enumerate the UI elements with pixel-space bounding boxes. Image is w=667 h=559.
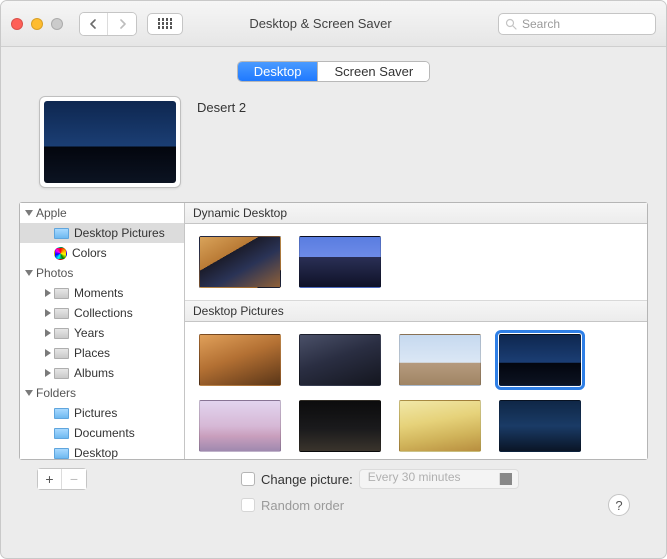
preview-box bbox=[39, 96, 181, 188]
sidebar-item-label: Collections bbox=[74, 306, 133, 320]
sidebar-item-colors[interactable]: Colors bbox=[20, 243, 184, 263]
folder-icon bbox=[54, 448, 69, 459]
disclosure-triangle-icon[interactable] bbox=[45, 349, 51, 357]
wallpaper-thumb[interactable] bbox=[499, 400, 581, 452]
sidebar-group-label: Apple bbox=[36, 206, 67, 220]
thumbnail-pane[interactable]: Dynamic Desktop Desktop Pictures bbox=[185, 203, 647, 459]
disclosure-triangle-icon[interactable] bbox=[25, 390, 33, 396]
search-placeholder: Search bbox=[522, 17, 560, 31]
sidebar-item-albums[interactable]: Albums bbox=[20, 363, 184, 383]
sidebar-item-pictures[interactable]: Pictures bbox=[20, 403, 184, 423]
current-wallpaper-name: Desert 2 bbox=[197, 96, 246, 115]
sidebar-item-label: Colors bbox=[72, 246, 107, 260]
sidebar-item-label: Desktop bbox=[74, 446, 118, 459]
interval-value: Every 30 minutes bbox=[368, 470, 461, 484]
forward-button[interactable] bbox=[108, 13, 136, 35]
nav-buttons bbox=[79, 12, 137, 36]
footer: + − Change picture: Every 30 minutes ▲▼ … bbox=[19, 460, 648, 516]
close-icon[interactable] bbox=[11, 18, 23, 30]
sidebar-item-collections[interactable]: Collections bbox=[20, 303, 184, 323]
tab-screensaver[interactable]: Screen Saver bbox=[318, 62, 429, 81]
zoom-icon bbox=[51, 18, 63, 30]
change-picture-row: Change picture: Every 30 minutes ▲▼ bbox=[241, 468, 519, 490]
sidebar-item-places[interactable]: Places bbox=[20, 343, 184, 363]
section-header-dynamic: Dynamic Desktop bbox=[185, 203, 647, 224]
sidebar-item-label: Documents bbox=[74, 426, 135, 440]
wallpaper-thumb[interactable] bbox=[299, 236, 381, 288]
sidebar-group-label: Folders bbox=[36, 386, 76, 400]
content-area: Desktop Screen Saver Desert 2 Apple Desk… bbox=[1, 47, 666, 524]
change-picture-label: Change picture: bbox=[261, 472, 353, 487]
sidebar-item-moments[interactable]: Moments bbox=[20, 283, 184, 303]
pictures-thumb-grid bbox=[185, 322, 647, 459]
random-order-checkbox bbox=[241, 498, 255, 512]
disclosure-triangle-icon[interactable] bbox=[45, 329, 51, 337]
change-picture-checkbox[interactable] bbox=[241, 472, 255, 486]
source-sidebar[interactable]: Apple Desktop Pictures Colors Photos bbox=[20, 203, 185, 459]
dynamic-thumb-grid bbox=[185, 224, 647, 300]
wallpaper-thumb[interactable] bbox=[399, 400, 481, 452]
add-folder-button[interactable]: + bbox=[38, 469, 62, 489]
chevron-left-icon bbox=[89, 19, 98, 29]
sidebar-group-apple[interactable]: Apple bbox=[20, 203, 184, 223]
section-header-pictures: Desktop Pictures bbox=[185, 300, 647, 322]
prefs-window: Desktop & Screen Saver Search Desktop Sc… bbox=[0, 0, 667, 559]
tab-desktop[interactable]: Desktop bbox=[238, 62, 319, 81]
wallpaper-thumb[interactable] bbox=[199, 400, 281, 452]
remove-folder-button: − bbox=[62, 469, 86, 489]
folder-icon bbox=[54, 428, 69, 439]
sidebar-item-label: Years bbox=[74, 326, 104, 340]
disclosure-triangle-icon[interactable] bbox=[45, 289, 51, 297]
folder-icon bbox=[54, 408, 69, 419]
titlebar: Desktop & Screen Saver Search bbox=[1, 1, 666, 47]
folder-icon bbox=[54, 288, 69, 299]
random-order-row: Random order bbox=[241, 494, 519, 516]
back-button[interactable] bbox=[80, 13, 108, 35]
wallpaper-thumb[interactable] bbox=[499, 334, 581, 386]
wallpaper-thumb[interactable] bbox=[199, 236, 281, 288]
interval-select: Every 30 minutes ▲▼ bbox=[359, 469, 519, 489]
chevron-right-icon bbox=[118, 19, 127, 29]
stepper-icon: ▲▼ bbox=[506, 472, 514, 486]
sidebar-group-label: Photos bbox=[36, 266, 73, 280]
preview-row: Desert 2 bbox=[19, 96, 648, 188]
color-wheel-icon bbox=[54, 247, 67, 260]
sidebar-item-desktop-pictures[interactable]: Desktop Pictures bbox=[20, 223, 184, 243]
random-order-label: Random order bbox=[261, 498, 344, 513]
wallpaper-thumb[interactable] bbox=[299, 334, 381, 386]
wallpaper-thumb[interactable] bbox=[299, 400, 381, 452]
disclosure-triangle-icon[interactable] bbox=[25, 270, 33, 276]
tab-control: Desktop Screen Saver bbox=[19, 61, 648, 82]
search-icon bbox=[505, 18, 517, 30]
disclosure-triangle-icon[interactable] bbox=[45, 309, 51, 317]
wallpaper-thumb[interactable] bbox=[399, 334, 481, 386]
sidebar-item-documents[interactable]: Documents bbox=[20, 423, 184, 443]
sidebar-item-label: Desktop Pictures bbox=[74, 226, 165, 240]
split-pane: Apple Desktop Pictures Colors Photos bbox=[19, 202, 648, 460]
disclosure-triangle-icon[interactable] bbox=[25, 210, 33, 216]
search-field[interactable]: Search bbox=[498, 13, 656, 35]
window-title: Desktop & Screen Saver bbox=[153, 16, 488, 31]
folder-icon bbox=[54, 328, 69, 339]
sidebar-group-photos[interactable]: Photos bbox=[20, 263, 184, 283]
add-remove-control: + − bbox=[37, 468, 87, 490]
sidebar-item-label: Albums bbox=[74, 366, 114, 380]
preview-image bbox=[44, 101, 176, 183]
folder-icon bbox=[54, 228, 69, 239]
sidebar-group-folders[interactable]: Folders bbox=[20, 383, 184, 403]
disclosure-triangle-icon[interactable] bbox=[45, 369, 51, 377]
sidebar-item-label: Moments bbox=[74, 286, 123, 300]
sidebar-item-label: Pictures bbox=[74, 406, 117, 420]
minimize-icon[interactable] bbox=[31, 18, 43, 30]
wallpaper-thumb[interactable] bbox=[199, 334, 281, 386]
window-controls bbox=[11, 18, 63, 30]
folder-icon bbox=[54, 348, 69, 359]
sidebar-item-years[interactable]: Years bbox=[20, 323, 184, 343]
help-button[interactable]: ? bbox=[608, 494, 630, 516]
folder-icon bbox=[54, 308, 69, 319]
folder-icon bbox=[54, 368, 69, 379]
sidebar-item-desktop[interactable]: Desktop bbox=[20, 443, 184, 459]
sidebar-item-label: Places bbox=[74, 346, 110, 360]
